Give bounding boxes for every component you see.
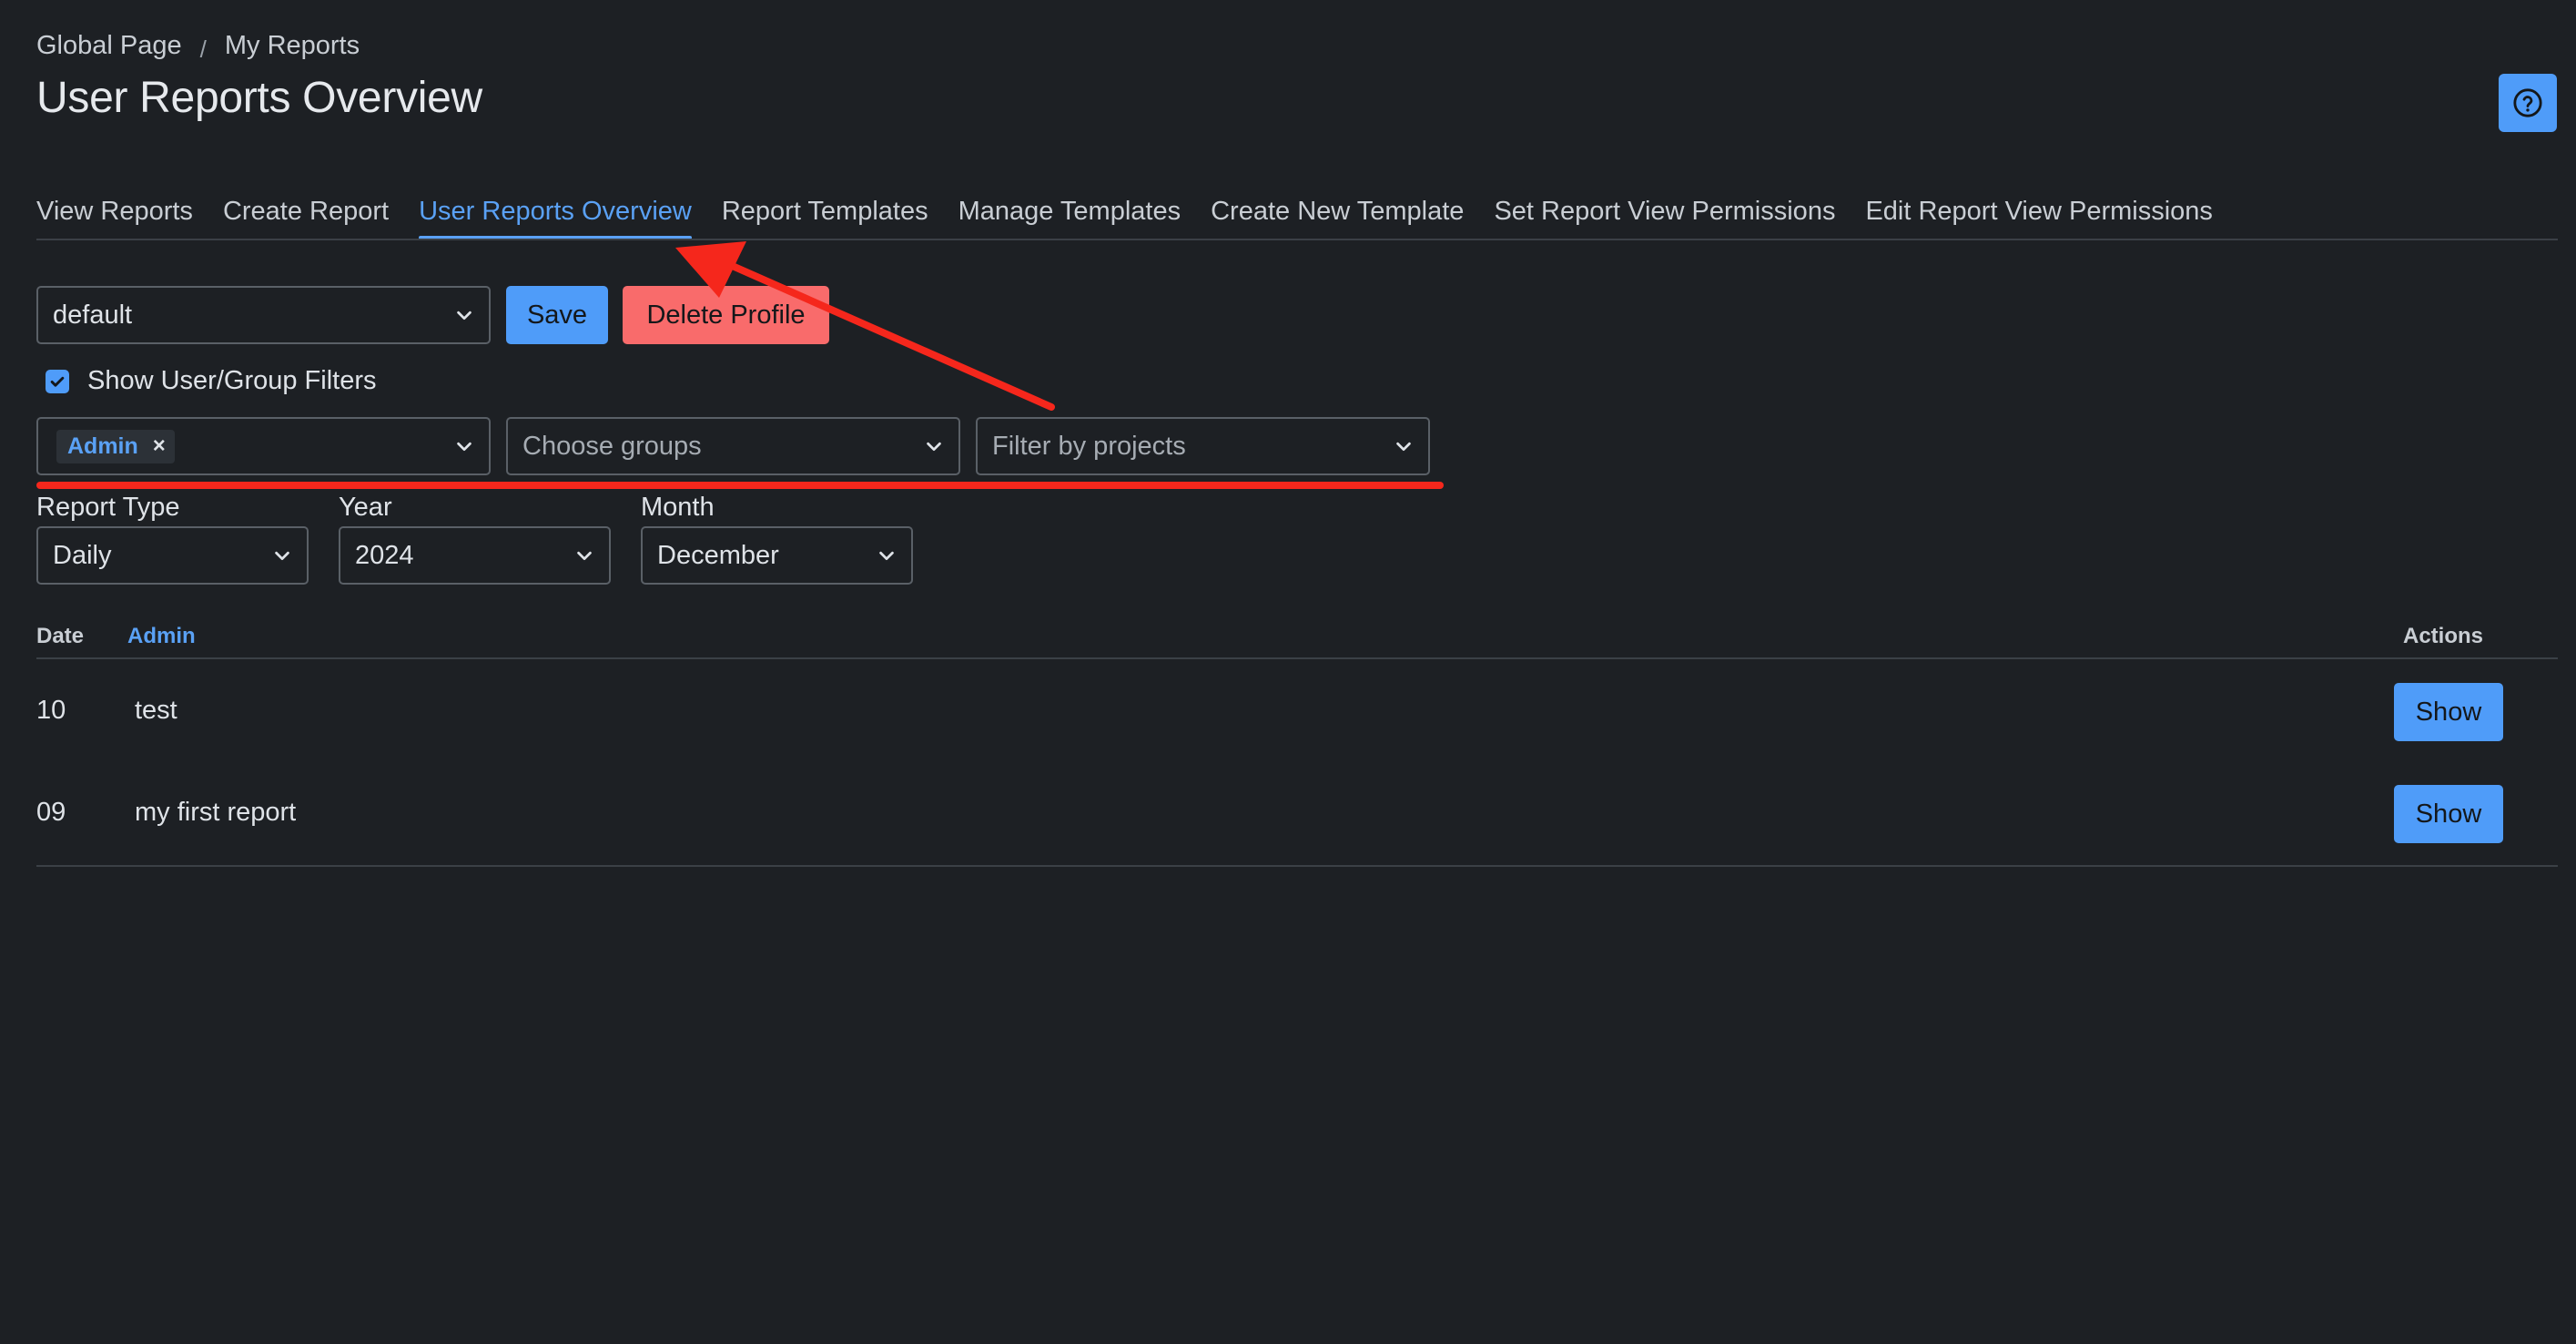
breadcrumb-separator: / (199, 36, 207, 63)
row-date: 10 (36, 696, 66, 725)
month-value: December (657, 540, 779, 570)
profile-select-value: default (53, 300, 133, 330)
tabs-divider (36, 239, 2558, 240)
projects-filter-select[interactable]: Filter by projects (976, 417, 1430, 475)
user-tag-admin: Admin × (56, 429, 175, 463)
chevron-down-icon (879, 551, 894, 561)
month-label: Month (641, 493, 715, 522)
column-header-actions: Actions (2403, 624, 2484, 648)
chevron-down-icon (927, 442, 941, 452)
user-tag-label: Admin (67, 433, 138, 459)
projects-filter-placeholder: Filter by projects (992, 431, 1186, 461)
tab-create-new-template[interactable]: Create New Template (1211, 197, 1464, 239)
user-filter-tags: Admin × (56, 429, 454, 463)
tab-view-reports[interactable]: View Reports (36, 197, 193, 239)
chevron-down-icon (577, 551, 592, 561)
table-row: 09 my first report Show (0, 761, 2576, 863)
save-button[interactable]: Save (506, 286, 608, 344)
chevron-down-icon (1396, 442, 1411, 452)
column-header-date: Date (36, 624, 85, 648)
show-report-button[interactable]: Show (2394, 683, 2503, 741)
groups-filter-placeholder: Choose groups (522, 431, 702, 461)
user-filter-select[interactable]: Admin × (36, 417, 491, 475)
column-header-admin[interactable]: Admin (127, 624, 196, 649)
table-bottom-divider (36, 865, 2558, 867)
report-type-value: Daily (53, 540, 112, 570)
table-row: 10 test Show (0, 659, 2576, 761)
page-title: User Reports Overview (36, 74, 482, 122)
report-type-select[interactable]: Daily (36, 526, 309, 585)
tab-user-reports-overview[interactable]: User Reports Overview (419, 197, 692, 239)
tab-manage-templates[interactable]: Manage Templates (958, 197, 1182, 239)
show-report-button[interactable]: Show (2394, 785, 2503, 843)
show-filters-checkbox[interactable] (46, 369, 69, 393)
year-label: Year (339, 493, 392, 522)
year-value: 2024 (355, 540, 414, 570)
report-type-label: Report Type (36, 493, 180, 522)
groups-filter-select[interactable]: Choose groups (506, 417, 960, 475)
show-filters-row: Show User/Group Filters (46, 366, 377, 396)
page: Global Page / My Reports User Reports Ov… (0, 0, 2576, 1344)
chevron-down-icon (457, 442, 472, 452)
row-report-title: my first report (135, 798, 297, 827)
row-date: 09 (36, 798, 66, 827)
chevron-down-icon (457, 311, 472, 321)
question-circle-icon (2513, 88, 2542, 117)
month-select[interactable]: December (641, 526, 913, 585)
row-report-title: test (135, 696, 177, 725)
breadcrumb: Global Page / My Reports (36, 31, 360, 63)
tab-set-report-view-permissions[interactable]: Set Report View Permissions (1494, 197, 1835, 239)
year-select[interactable]: 2024 (339, 526, 611, 585)
tab-bar: View Reports Create Report User Reports … (36, 197, 2243, 239)
tab-edit-report-view-permissions[interactable]: Edit Report View Permissions (1865, 197, 2212, 239)
profile-select[interactable]: default (36, 286, 491, 344)
tab-report-templates[interactable]: Report Templates (722, 197, 928, 239)
show-filters-label: Show User/Group Filters (87, 366, 377, 395)
delete-profile-button[interactable]: Delete Profile (623, 286, 829, 344)
remove-tag-icon[interactable]: × (153, 433, 166, 459)
help-button[interactable] (2499, 74, 2557, 132)
breadcrumb-my-reports[interactable]: My Reports (225, 31, 360, 61)
breadcrumb-global-page[interactable]: Global Page (36, 31, 182, 61)
tab-create-report[interactable]: Create Report (223, 197, 389, 239)
chevron-down-icon (275, 551, 289, 561)
checkmark-icon (50, 376, 65, 387)
